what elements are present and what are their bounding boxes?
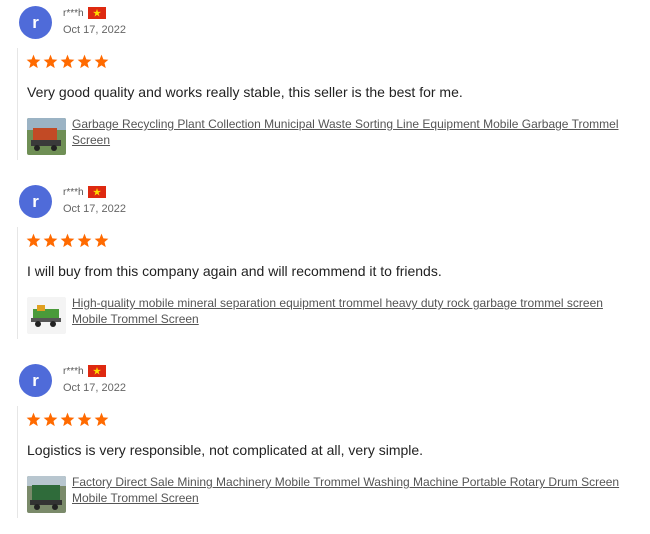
star-icon — [60, 412, 75, 427]
star-icon — [94, 233, 109, 248]
review-divider — [17, 227, 18, 339]
reviewer-name-text: r***h — [63, 365, 84, 377]
reviewer-name-text: r***h — [63, 7, 84, 19]
star-icon — [60, 54, 75, 69]
avatar: r — [19, 6, 52, 39]
product-link-row[interactable]: Garbage Recycling Plant Collection Munic… — [27, 116, 650, 156]
review-item: r r***h Oct 17, 2022 I will buy from thi… — [0, 179, 650, 344]
star-rating — [26, 54, 109, 69]
product-title-line2[interactable]: Screen — [72, 132, 650, 148]
product-thumbnail[interactable] — [27, 118, 66, 155]
star-icon — [94, 412, 109, 427]
star-icon — [43, 412, 58, 427]
product-title-line1[interactable]: Garbage Recycling Plant Collection Munic… — [72, 116, 650, 132]
star-icon — [77, 54, 92, 69]
product-link[interactable]: Garbage Recycling Plant Collection Munic… — [72, 116, 650, 148]
product-thumbnail[interactable] — [27, 476, 66, 513]
star-icon — [43, 54, 58, 69]
product-link[interactable]: High-quality mobile mineral separation e… — [72, 295, 650, 327]
review-text: I will buy from this company again and w… — [27, 263, 442, 279]
star-icon — [77, 412, 92, 427]
reviewer-name: r***h — [63, 365, 106, 377]
star-icon — [26, 54, 41, 69]
star-icon — [43, 233, 58, 248]
reviewer-name: r***h — [63, 7, 106, 19]
product-link-row[interactable]: High-quality mobile mineral separation e… — [27, 295, 650, 335]
review-date: Oct 17, 2022 — [63, 24, 126, 36]
star-icon — [26, 233, 41, 248]
star-icon — [60, 233, 75, 248]
avatar: r — [19, 364, 52, 397]
product-link[interactable]: Factory Direct Sale Mining Machinery Mob… — [72, 474, 650, 506]
country-flag-icon — [87, 7, 106, 19]
review-item: r r***h Oct 17, 2022 Logistics is very r… — [0, 358, 650, 523]
product-title-line2[interactable]: Mobile Trommel Screen — [72, 311, 650, 327]
star-rating — [26, 233, 109, 248]
star-icon — [94, 54, 109, 69]
review-divider — [17, 406, 18, 518]
country-flag-icon — [87, 186, 106, 198]
review-date: Oct 17, 2022 — [63, 382, 126, 394]
product-thumbnail[interactable] — [27, 297, 66, 334]
product-title-line1[interactable]: Factory Direct Sale Mining Machinery Mob… — [72, 474, 650, 490]
country-flag-icon — [87, 365, 106, 377]
review-item: r r***h Oct 17, 2022 Very good quality a… — [0, 0, 650, 165]
avatar: r — [19, 185, 52, 218]
reviewer-name: r***h — [63, 186, 106, 198]
review-text: Logistics is very responsible, not compl… — [27, 442, 424, 458]
review-date: Oct 17, 2022 — [63, 203, 126, 215]
product-link-row[interactable]: Factory Direct Sale Mining Machinery Mob… — [27, 474, 650, 514]
product-title-line1[interactable]: High-quality mobile mineral separation e… — [72, 295, 650, 311]
reviewer-name-text: r***h — [63, 186, 84, 198]
product-title-line2[interactable]: Mobile Trommel Screen — [72, 490, 650, 506]
star-icon — [26, 412, 41, 427]
review-text: Very good quality and works really stabl… — [27, 84, 463, 100]
star-rating — [26, 412, 109, 427]
review-divider — [17, 48, 18, 160]
star-icon — [77, 233, 92, 248]
